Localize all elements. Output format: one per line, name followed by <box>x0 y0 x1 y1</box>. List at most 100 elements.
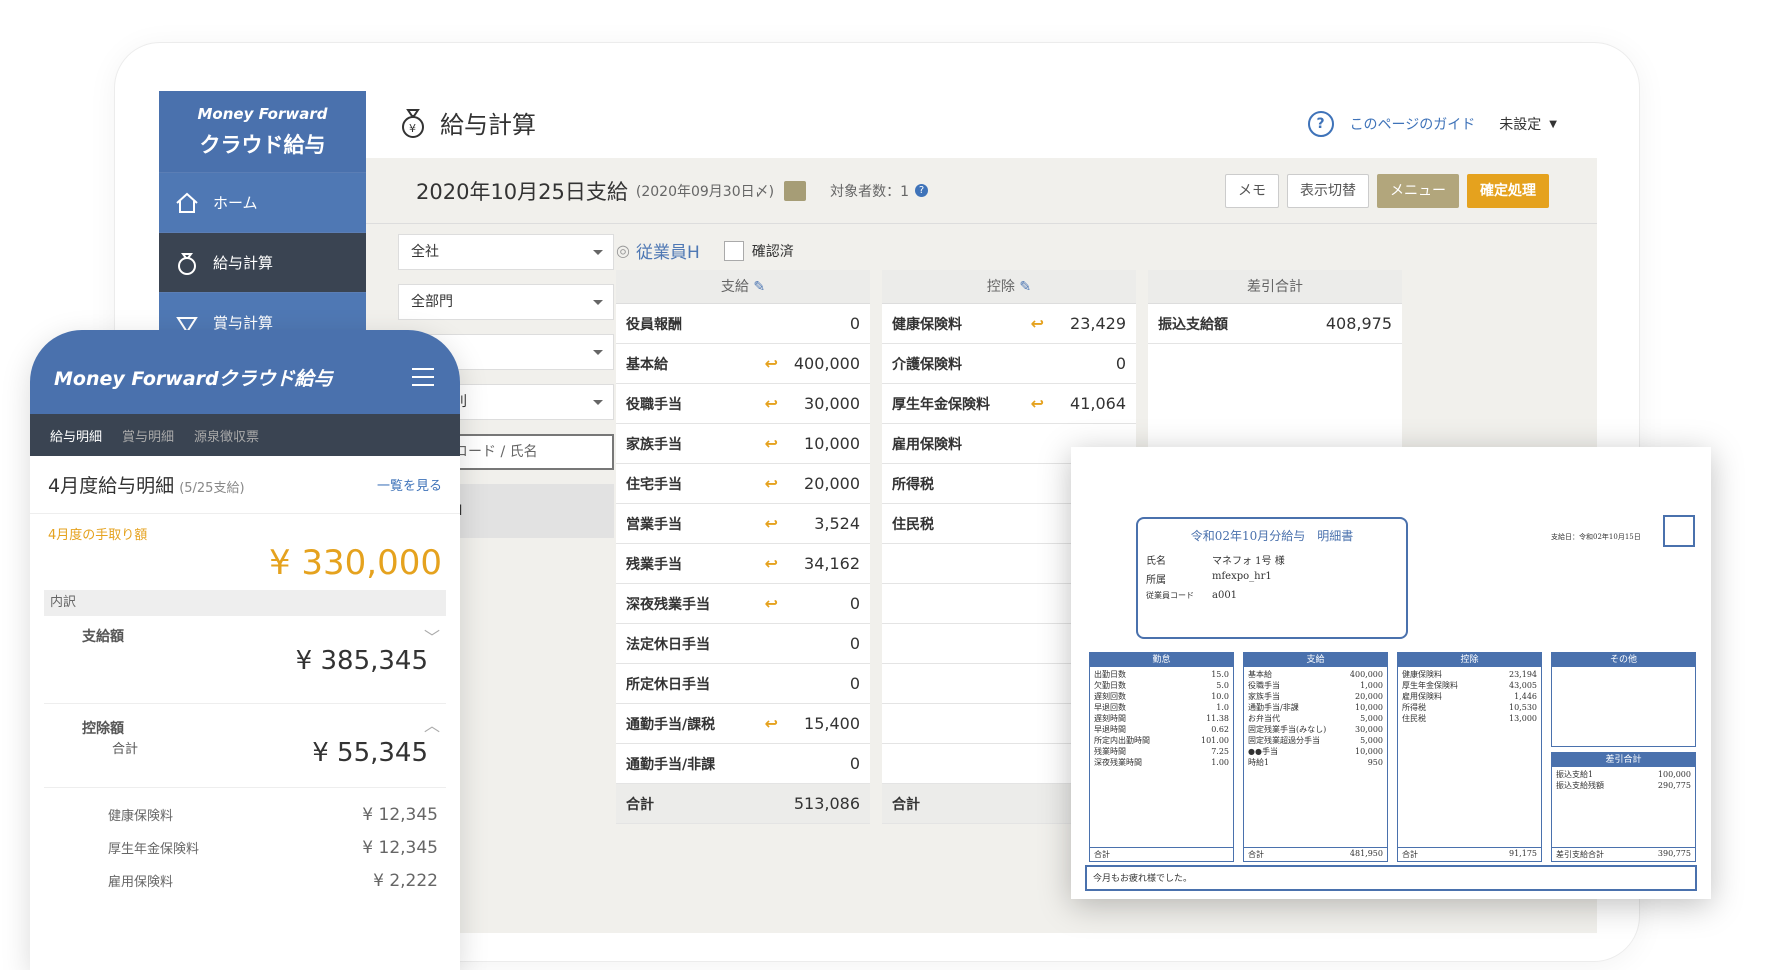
toolbar-buttons: メモ 表示切替 メニュー 確定処理 <box>1217 174 1549 208</box>
table-row[interactable]: 役職手当 ↩ 30,000 <box>616 384 870 424</box>
table-row[interactable]: 深夜残業手当 ↩ 0 <box>616 584 870 624</box>
help-icon[interactable]: ? <box>1307 111 1334 137</box>
row-label: 家族手当 <box>626 436 682 453</box>
row-value: 513,086 <box>793 794 860 813</box>
slip-block-other: その他 <box>1552 653 1695 667</box>
employee-name[interactable]: 従業員H <box>636 238 700 263</box>
table-row[interactable]: 家族手当 ↩ 10,000 <box>616 424 870 464</box>
table-row[interactable]: 営業手当 ↩ 3,524 <box>616 504 870 544</box>
row-label: 深夜残業手当 <box>626 596 710 613</box>
slip-deduction-block: 控除 健康保険料 厚生年金保険料 雇用保険料 所得税 住民税 23,194 43,… <box>1397 652 1542 862</box>
tab-bonus[interactable]: 賞与明細 <box>122 426 174 445</box>
user-menu[interactable]: 未設定 <box>1499 114 1541 134</box>
guide-area: ? このページのガイド 未設定 ▼ <box>1307 111 1557 137</box>
table-row[interactable]: 通勤手当/非課 0 <box>616 744 870 784</box>
row-label: 住民税 <box>892 516 934 533</box>
mobile-title-sub: (5/25支給) <box>179 481 245 496</box>
view-toggle-button[interactable]: 表示切替 <box>1287 174 1369 208</box>
undo-arrow-icon[interactable]: ↩ <box>765 474 778 493</box>
item-value: ¥ 12,345 <box>362 804 438 825</box>
slip-memo: 今月もお疲れ様でした。 <box>1085 865 1697 891</box>
row-value: 0 <box>849 674 860 693</box>
undo-arrow-icon[interactable]: ↩ <box>1031 394 1044 413</box>
confirmed-checkbox[interactable] <box>723 240 744 261</box>
table-row[interactable]: 介護保険料 0 <box>882 344 1136 384</box>
row-value: 3,524 <box>814 514 860 533</box>
table-row[interactable]: 住宅手当 ↩ 20,000 <box>616 464 870 504</box>
slip-stamp-box <box>1663 515 1695 547</box>
table-row[interactable]: 所定休日手当 0 <box>616 664 870 704</box>
see-all-link[interactable]: 一覧を見る <box>377 475 442 494</box>
undo-arrow-icon[interactable]: ↩ <box>765 714 778 733</box>
row-value: 10,000 <box>804 434 860 453</box>
table-row[interactable]: 合計 513,086 <box>616 784 870 824</box>
undo-arrow-icon[interactable]: ↩ <box>765 434 778 453</box>
undo-arrow-icon[interactable]: ↩ <box>765 554 778 573</box>
row-value: 23,429 <box>1070 314 1126 333</box>
undo-arrow-icon[interactable]: ↩ <box>1031 314 1044 333</box>
row-label: 所得税 <box>892 476 934 493</box>
row-label: 通勤手当/非課 <box>626 756 716 773</box>
menu-button[interactable]: メニュー <box>1377 174 1459 208</box>
slip-ded-total: 91,175 <box>1509 849 1537 858</box>
table-row[interactable]: 役員報酬 0 <box>616 304 870 344</box>
deduction-total: ¥ 55,345 <box>312 738 428 768</box>
undo-arrow-icon[interactable]: ↩ <box>765 514 778 533</box>
slip-net-total: 390,775 <box>1657 849 1691 858</box>
table-row[interactable]: 通勤手当/課税 ↩ 15,400 <box>616 704 870 744</box>
deduction-summary[interactable]: 控除額 合計 ¥ 55,345 ︿ <box>44 704 446 788</box>
nav-payroll-label: 給与計算 <box>213 254 274 272</box>
brand-line1: Money Forward <box>197 105 328 123</box>
row-label: 雇用保険料 <box>892 436 962 453</box>
mobile-brand: Money Forwardクラウド給与 <box>54 368 333 390</box>
nav-home[interactable]: ホーム <box>159 172 366 232</box>
table-row[interactable]: 健康保険料 ↩ 23,429 <box>882 304 1136 344</box>
pay-summary[interactable]: 支給額 ¥ 385,345 ﹀ <box>44 616 446 704</box>
undo-arrow-icon[interactable]: ↩ <box>765 394 778 413</box>
table-row[interactable]: 法定休日手当 0 <box>616 624 870 664</box>
brand-logo[interactable]: Money Forward クラウド給与 <box>159 91 366 172</box>
row-value: 0 <box>849 314 860 333</box>
deduction-items: 健康保険料 ¥ 12,345 厚生年金保険料 ¥ 12,345 雇用保険料 ¥ 2,222 <box>30 788 460 897</box>
tab-withholding[interactable]: 源泉徴収票 <box>194 426 259 445</box>
guide-link[interactable]: このページのガイド <box>1350 114 1476 134</box>
deduction-header-label: 控除 <box>986 279 1015 295</box>
company-select[interactable]: 全社 <box>398 234 614 270</box>
slip-dept-label: 所属 <box>1146 575 1166 586</box>
table-row[interactable]: 残業手当 ↩ 34,162 <box>616 544 870 584</box>
mobile-payslip: Money Forwardクラウド給与 給与明細 賞与明細 源泉徴収票 4月度給… <box>30 330 460 970</box>
slip-attendance-block: 勤怠 出勤日数 欠勤日数 遅刻回数 早退回数 遅刻時間 早退時間 所定内出勤時間… <box>1089 652 1234 862</box>
printed-payslip: 令和02年10月分給与 明細書 氏名 マネフォ 1号 様 所属 mfexpo_hr1… <box>1071 447 1711 899</box>
row-value: 15,400 <box>804 714 860 733</box>
tab-payslip[interactable]: 給与明細 <box>50 426 102 445</box>
menu-icon[interactable] <box>412 368 434 392</box>
slip-block-attendance: 勤怠 <box>1090 653 1233 667</box>
page-title: 給与計算 <box>440 111 536 139</box>
undo-arrow-icon[interactable]: ↩ <box>765 594 778 613</box>
pencil-icon[interactable]: ✎ <box>1019 279 1031 295</box>
memo-button[interactable]: メモ <box>1225 174 1279 208</box>
table-row[interactable]: 基本給 ↩ 400,000 <box>616 344 870 384</box>
target-count: 対象者数：1 <box>830 183 909 200</box>
pencil-icon[interactable]: ✎ <box>753 279 765 295</box>
slip-pay-total-label: 合計 <box>1248 850 1264 859</box>
department-select[interactable]: 全部門 <box>398 284 614 320</box>
row-label: 介護保険料 <box>892 356 962 373</box>
slip-name-label: 氏名 <box>1146 556 1166 567</box>
help-icon[interactable]: ? <box>915 184 928 197</box>
confirm-button[interactable]: 確定処理 <box>1467 174 1549 208</box>
row-value: 0 <box>849 594 860 613</box>
slip-code-label: 従業員コード <box>1146 591 1194 600</box>
undo-arrow-icon[interactable]: ↩ <box>765 354 778 373</box>
list-item: 雇用保険料 ¥ 2,222 <box>108 864 438 897</box>
slip-net-block: 差引合計 振込支給1 振込支給残額 100,000 290,775 差引支給合計 3… <box>1551 752 1696 862</box>
deduction-summary-label: 控除額 <box>82 721 124 737</box>
deduction-total-label: 合計 <box>112 742 139 757</box>
nav-payroll[interactable]: 給与計算 <box>159 232 366 292</box>
nav-home-label: ホーム <box>213 194 258 212</box>
slip-att-labels: 出勤日数 欠勤日数 遅刻回数 早退回数 遅刻時間 早退時間 所定内出勤時間 残業… <box>1094 670 1150 767</box>
table-row[interactable]: 厚生年金保険料 ↩ 41,064 <box>882 384 1136 424</box>
pay-header-label: 支給 <box>720 279 749 295</box>
employee-header: ◎ 従業員H 確認済 <box>616 238 794 263</box>
date-dropdown-button[interactable] <box>784 180 807 201</box>
